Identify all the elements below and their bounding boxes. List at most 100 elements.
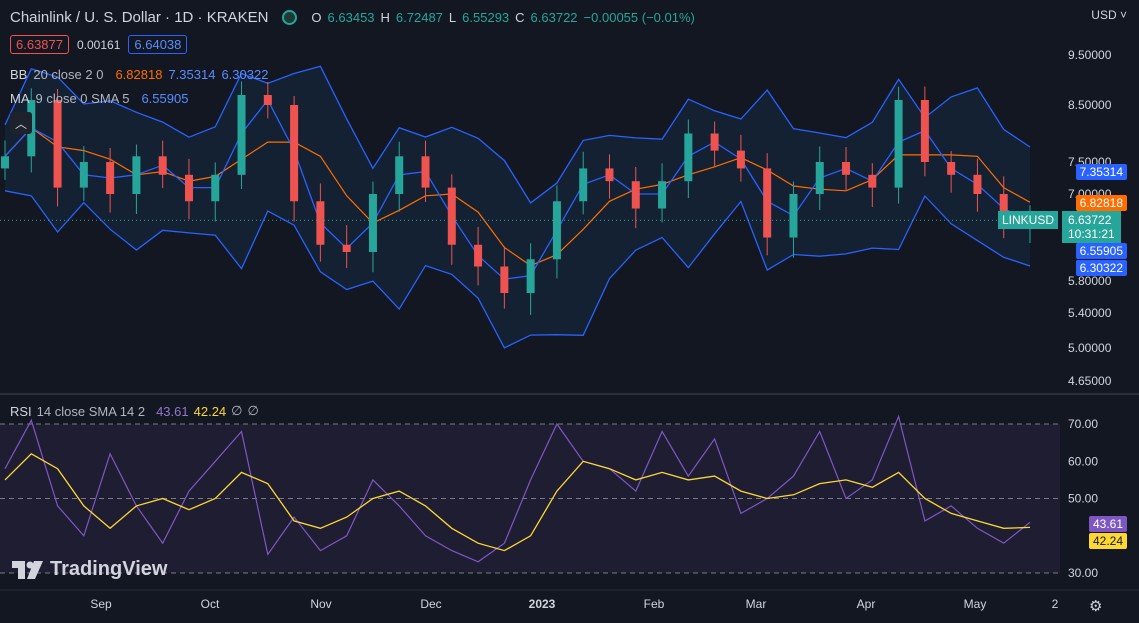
candle-body xyxy=(79,162,88,188)
rsi-params: 14 close SMA 14 2 xyxy=(36,403,146,419)
rsi-extra1: ∅ xyxy=(231,403,243,418)
price-tick-label: 9.50000 xyxy=(1068,48,1112,62)
rsi-name: RSI xyxy=(10,403,32,419)
branding-text: TradingView xyxy=(50,558,168,580)
last-price-value: 6.63722 xyxy=(1068,213,1112,227)
candle-body xyxy=(106,162,115,194)
candle-body xyxy=(342,244,351,252)
candle-body xyxy=(316,201,325,245)
bar-countdown: 10:31:21 xyxy=(1068,227,1115,241)
price-tick-label: 5.40000 xyxy=(1068,306,1112,320)
candle-body xyxy=(736,150,745,169)
candle-body xyxy=(1,156,9,169)
symbol-title[interactable]: Chainlink / U. S. Dollar · 1D · KRAKEN xyxy=(10,9,268,26)
spread-value: 0.00161 xyxy=(77,37,121,52)
candle-body xyxy=(552,201,561,260)
time-tick-label: Nov xyxy=(310,597,331,611)
rsi-tick-label: 60.00 xyxy=(1068,454,1098,468)
time-tick-label: Dec xyxy=(420,597,441,611)
chevron-down-icon: ˅ xyxy=(1119,8,1127,22)
candle-body xyxy=(973,174,982,194)
ma-legend[interactable]: MA 9 close 0 SMA 5 6.55905 xyxy=(10,91,188,106)
rsi-value: 43.61 xyxy=(156,403,189,419)
candle-body xyxy=(789,194,798,238)
rsi-tick-label: 30.00 xyxy=(1068,566,1098,580)
time-tick-label: Sep xyxy=(90,597,112,611)
bb-legend[interactable]: BB 20 close 2 0 6.82818 7.35314 6.30322 xyxy=(10,67,268,82)
candle-body xyxy=(631,181,640,209)
change-value: −0.00055 (−0.01%) xyxy=(583,10,695,25)
rsi-sma-axis-tag: 42.24 xyxy=(1088,533,1127,549)
rsi-axis-tag: 43.61 xyxy=(1088,516,1127,532)
candle-body xyxy=(500,266,509,293)
candle-body xyxy=(920,100,929,162)
close-value: 6.63722 xyxy=(530,10,578,25)
high-label: H xyxy=(380,10,390,25)
bb-upper-price-tag: 7.35314 xyxy=(1075,164,1127,180)
price-tick-label: 4.65000 xyxy=(1068,374,1112,388)
time-tick-label: Mar xyxy=(746,597,767,611)
rsi-tick-label: 70.00 xyxy=(1068,417,1098,431)
candle-body xyxy=(605,168,614,182)
open-label: O xyxy=(311,10,322,25)
market-status-icon[interactable] xyxy=(282,10,298,25)
price-tick-label: 5.00000 xyxy=(1068,341,1112,355)
buy-price-button[interactable]: 6.64038 xyxy=(128,35,188,54)
candle-body xyxy=(184,174,193,202)
candle-body xyxy=(684,133,693,182)
bb-band-fill xyxy=(5,66,1030,348)
bb-upper-value: 7.35314 xyxy=(168,67,216,82)
open-value: 6.63453 xyxy=(327,10,375,25)
candle-body xyxy=(868,174,877,188)
tradingview-logo-icon xyxy=(12,560,43,579)
candle-body xyxy=(710,133,719,151)
candle-body xyxy=(894,100,903,188)
candle-body xyxy=(526,259,535,293)
low-value: 6.55293 xyxy=(462,10,510,25)
time-tick-label: 2023 xyxy=(529,597,556,611)
candle-body xyxy=(763,168,772,238)
bb-params: 20 close 2 0 xyxy=(33,67,104,82)
bb-basis-value: 6.82818 xyxy=(115,67,163,82)
ma-value: 6.55905 xyxy=(141,91,189,106)
candle-body xyxy=(395,156,404,194)
candle-body xyxy=(947,162,956,175)
time-tick-label: May xyxy=(964,597,987,611)
currency-select[interactable]: USD ˅ xyxy=(1091,8,1127,22)
gear-icon[interactable]: ⚙ xyxy=(1089,597,1102,615)
candle-body xyxy=(237,95,246,175)
chevron-up-icon: ︿ xyxy=(14,116,27,131)
low-label: L xyxy=(448,10,457,25)
candle-body xyxy=(290,105,299,202)
chart-root: 9.50000 8.50000 7.50000 7.00000 5.80000 5.400… xyxy=(0,0,1139,623)
rsi-legend[interactable]: RSI 14 close SMA 14 2 43.61 42.24 ∅ ∅ xyxy=(10,403,259,419)
bb-basis-price-tag: 6.82818 xyxy=(1075,195,1127,211)
sell-price-button[interactable]: 6.63877 xyxy=(10,35,69,54)
tradingview-logo[interactable]: TradingView xyxy=(12,558,167,581)
candle-body xyxy=(421,156,430,188)
candle-body xyxy=(447,187,456,245)
quote-boxes: 6.63877 0.00161 6.64038 xyxy=(10,35,188,54)
price-tick-label: 5.80000 xyxy=(1068,274,1112,288)
candle-body xyxy=(53,100,62,188)
time-tick-label: Oct xyxy=(201,597,220,611)
candle-body xyxy=(658,181,667,209)
collapse-legend-button[interactable]: ︿ xyxy=(10,112,32,134)
rsi-extra2: ∅ xyxy=(247,403,259,418)
candle-body xyxy=(263,95,272,105)
bb-lower-value: 6.30322 xyxy=(221,67,269,82)
symbol-legend: Chainlink / U. S. Dollar · 1D · KRAKEN O… xyxy=(10,9,695,26)
bb-lower-price-tag: 6.30322 xyxy=(1075,260,1127,276)
ma-price-tag: 6.55905 xyxy=(1075,243,1127,259)
candle-body xyxy=(368,194,377,252)
price-tick-label: 8.50000 xyxy=(1068,98,1112,112)
candle-body xyxy=(815,162,824,194)
last-price-tag: 6.63722 10:31:21 xyxy=(1062,211,1121,243)
candle-body xyxy=(474,244,483,267)
currency-label: USD xyxy=(1091,8,1117,22)
rsi-sma-value: 42.24 xyxy=(193,403,227,419)
time-tick-label: 2 xyxy=(1052,597,1059,611)
time-tick-label: Feb xyxy=(644,597,665,611)
ma-params: 9 close 0 SMA 5 xyxy=(35,91,130,106)
close-label: C xyxy=(515,10,525,25)
